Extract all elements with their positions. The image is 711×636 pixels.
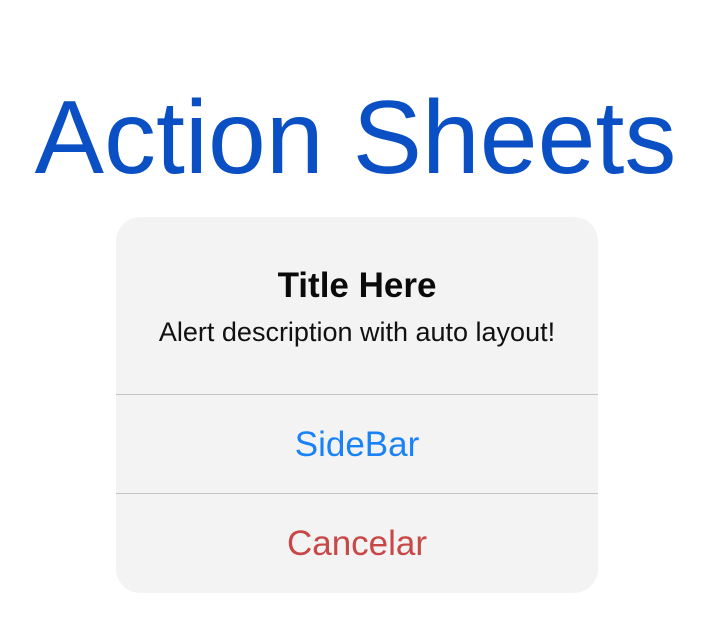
action-sheet-title: Title Here bbox=[277, 266, 437, 305]
action-sheet-header: Title Here Alert description with auto l… bbox=[116, 217, 598, 394]
action-sheet: Title Here Alert description with auto l… bbox=[116, 217, 598, 593]
cancel-button[interactable]: Cancelar bbox=[116, 494, 598, 593]
sidebar-button[interactable]: SideBar bbox=[116, 395, 598, 494]
action-sheet-message: Alert description with auto layout! bbox=[158, 317, 556, 347]
page-title: Action Sheets bbox=[34, 80, 677, 196]
